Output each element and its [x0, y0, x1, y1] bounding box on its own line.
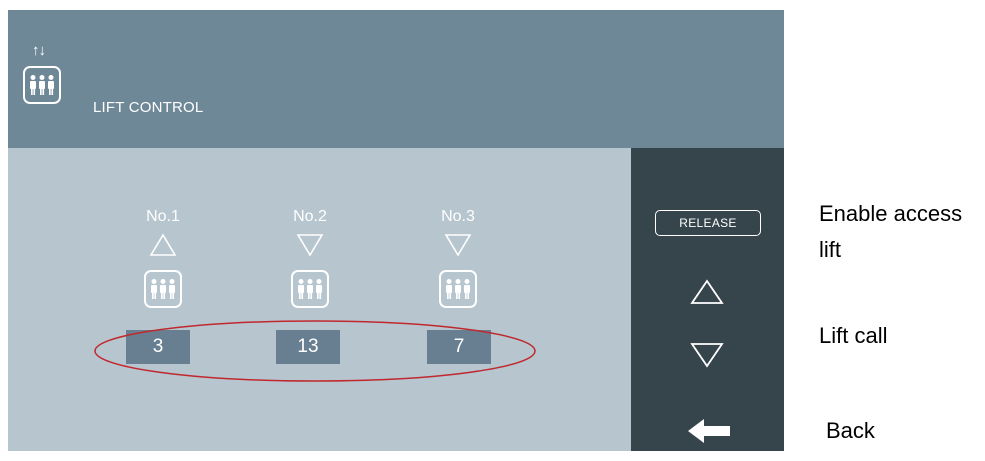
header-bar: ↑↓ LIFT CONTROL [8, 10, 784, 148]
note-enable-access-lift: Enable access lift [819, 201, 963, 262]
lift-call-up-button[interactable] [689, 278, 725, 306]
lift-2[interactable]: No.2 [270, 208, 350, 308]
lift-1[interactable]: No.1 [123, 208, 203, 308]
lift-number-label: No.3 [441, 208, 475, 225]
lift-people-icon [439, 270, 477, 308]
lift-call-down-button[interactable] [689, 341, 725, 369]
lift-number-label: No.1 [146, 208, 180, 225]
release-button[interactable]: RELEASE [655, 210, 761, 236]
note-back: Back [826, 418, 875, 443]
lift-people-icon [23, 66, 61, 104]
lift-people-icon [144, 270, 182, 308]
lift-number-label: No.2 [293, 208, 327, 225]
lift-people-icon [291, 270, 329, 308]
lift-3[interactable]: No.3 [418, 208, 498, 308]
up-down-arrows-icon: ↑↓ [32, 42, 46, 59]
note-lift-call: Lift call [819, 323, 888, 348]
page-title: LIFT CONTROL [93, 99, 204, 116]
triangle-up-icon [149, 233, 177, 256]
highlight-ellipse [94, 320, 536, 382]
triangle-down-icon [296, 234, 324, 257]
triangle-down-icon [444, 234, 472, 257]
back-button[interactable] [686, 417, 732, 445]
